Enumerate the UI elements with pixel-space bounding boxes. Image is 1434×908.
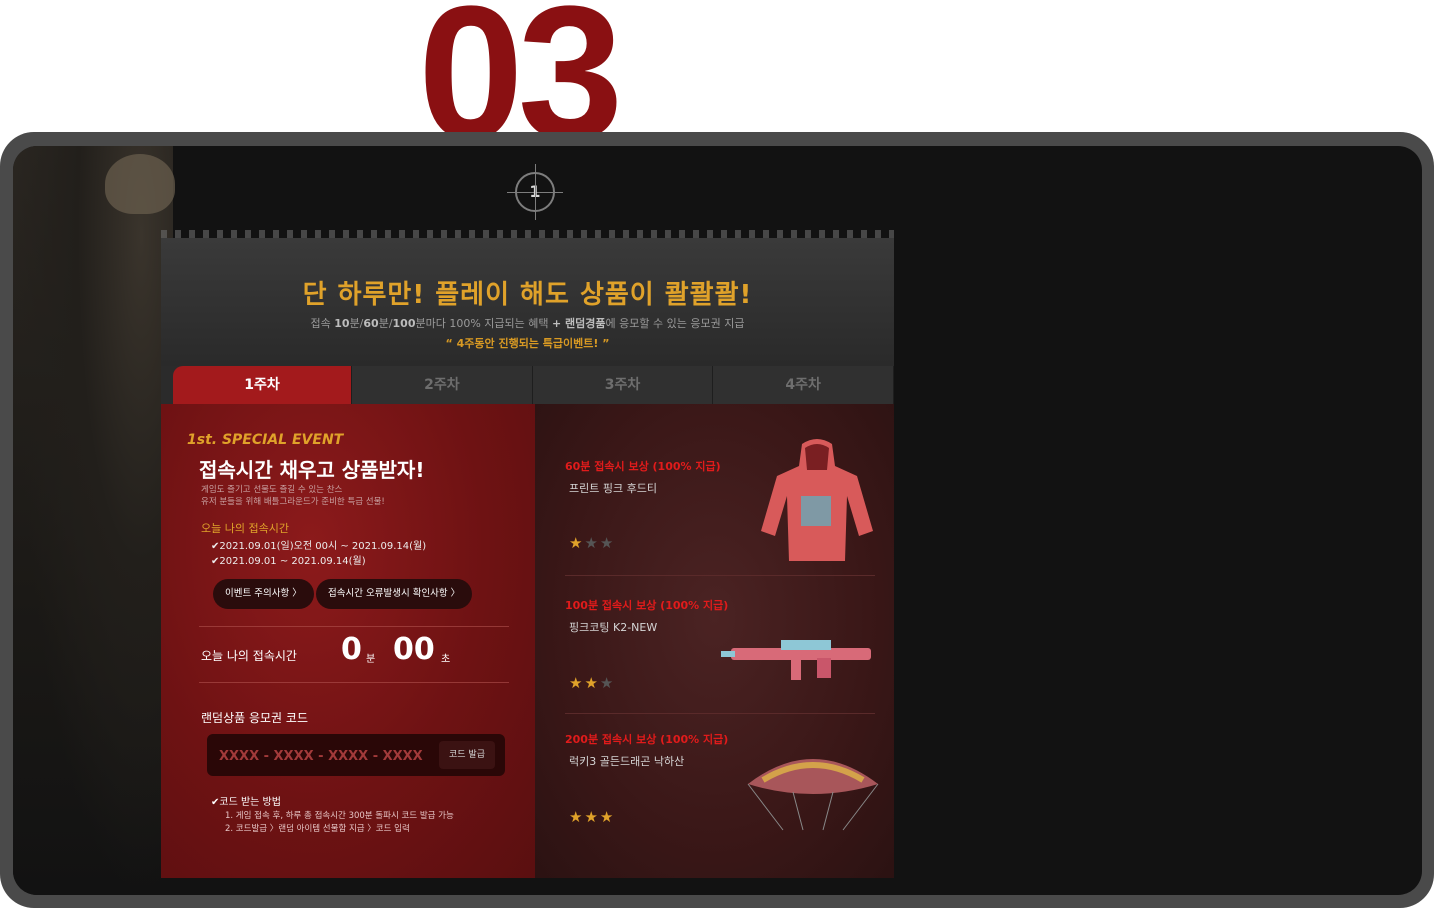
event-description-line: 게임도 즐기고 선물도 즐길 수 있는 찬스	[201, 485, 343, 495]
star-icon: ★	[599, 808, 616, 826]
code-box: 코드 발급	[207, 734, 505, 776]
code-input[interactable]	[217, 742, 435, 770]
tab-week-3[interactable]: 3주차	[532, 366, 714, 404]
howto-step: 2. 코드발급 〉랜덤 아이템 선물함 지급 〉코드 입력	[225, 824, 410, 834]
code-issue-button[interactable]: 코드 발급	[439, 741, 495, 769]
star-icon: ★	[584, 534, 600, 552]
tab-week-1[interactable]: 1주차	[173, 366, 352, 404]
timer-label: 오늘 나의 접속시간	[201, 649, 297, 663]
reward-title: 200분 접속시 보상 (100% 지급)	[565, 733, 729, 746]
period-label: 오늘 나의 접속시간	[201, 522, 289, 535]
reward-name: 프린트 핑크 후드티	[569, 482, 657, 495]
reward-stars: ★★★	[569, 674, 615, 692]
star-icon: ★	[569, 534, 585, 552]
event-header-note: “ 4주동안 진행되는 특급이벤트! ”	[445, 337, 610, 350]
week-tabs: 1주차 2주차 3주차 4주차	[173, 366, 895, 404]
timer-seconds: 00	[393, 632, 435, 667]
screen: 1 단 하루만! 플레이 해도 상품이 콸콸콸! 접속 10분/60분/100분…	[13, 146, 1422, 895]
howto-step: 1. 게임 접속 후, 하루 총 접속시간 300분 돌파시 코드 발급 가능	[225, 811, 454, 821]
event-tag: 1st. SPECIAL EVENT	[187, 432, 344, 448]
star-icon: ★	[569, 808, 585, 826]
rifle-icon	[721, 640, 871, 680]
star-icon: ★	[599, 674, 616, 692]
background-soldier-image	[13, 146, 173, 895]
rewards-section: 60분 접속시 보상 (100% 지급) 프린트 핑크 후드티 ★★★ 100분…	[535, 404, 894, 878]
star-icon: ★	[569, 674, 585, 692]
star-icon: ★	[584, 808, 600, 826]
event-description: 게임도 즐기고 선물도 즐길 수 있는 찬스 유저 분들을 위해 배틀그라운드가…	[201, 484, 501, 508]
code-label: 랜덤상품 응모권 코드	[201, 711, 308, 725]
event-header-title: 단 하루만! 플레이 해도 상품이 콸콸콸!	[302, 280, 753, 310]
reward-stars: ★★★	[569, 534, 615, 552]
tab-week-4[interactable]: 4주차	[713, 366, 895, 404]
event-notice-button[interactable]: 이벤트 주의사항 〉	[213, 579, 314, 609]
divider	[565, 713, 875, 714]
star-icon: ★	[584, 674, 600, 692]
divider	[199, 682, 509, 683]
event-panel: 단 하루만! 플레이 해도 상품이 콸콸콸! 접속 10분/60분/100분마다…	[161, 230, 895, 878]
event-info-section: 1st. SPECIAL EVENT 접속시간 채우고 상품받자! 게임도 즐기…	[161, 404, 535, 878]
event-header-subtitle: 접속 10분/60분/100분마다 100% 지급되는 혜택 + 랜덤경품에 응…	[310, 317, 745, 330]
timer-minutes-unit: 분	[366, 654, 376, 665]
divider	[199, 626, 509, 627]
reward-title: 100분 접속시 보상 (100% 지급)	[565, 599, 729, 612]
event-header: 단 하루만! 플레이 해도 상품이 콸콸콸! 접속 10분/60분/100분마다…	[161, 238, 894, 366]
event-title: 접속시간 채우고 상품받자!	[199, 458, 425, 482]
event-description-line: 유저 분들을 위해 배틀그라운드가 준비한 특급 선물!	[201, 497, 385, 507]
period-line: ✔2021.09.01(일)오전 00시 ~ 2021.09.14(월)	[211, 541, 427, 552]
reward-name: 럭키3 골든드래곤 낙하산	[569, 755, 685, 768]
badge-number: 1	[529, 182, 541, 201]
period-line: ✔2021.09.01 ~ 2021.09.14(월)	[211, 556, 366, 567]
hoodie-icon	[761, 439, 873, 561]
parachute-icon	[747, 759, 879, 831]
timer-seconds-unit: 초	[441, 654, 451, 665]
divider	[565, 575, 875, 576]
crosshair-badge-icon: 1	[507, 164, 563, 220]
star-icon: ★	[599, 534, 616, 552]
timer-minutes: 0	[341, 632, 362, 667]
howto-title: ✔코드 받는 방법	[211, 797, 281, 808]
access-error-button[interactable]: 접속시간 오류발생시 확인사항 〉	[316, 579, 473, 609]
reward-name: 핑크코팅 K2-NEW	[569, 621, 658, 634]
reward-title: 60분 접속시 보상 (100% 지급)	[565, 460, 721, 473]
helmet-image	[105, 154, 175, 214]
tab-week-2[interactable]: 2주차	[352, 366, 533, 404]
reward-stars: ★★★	[569, 808, 615, 826]
